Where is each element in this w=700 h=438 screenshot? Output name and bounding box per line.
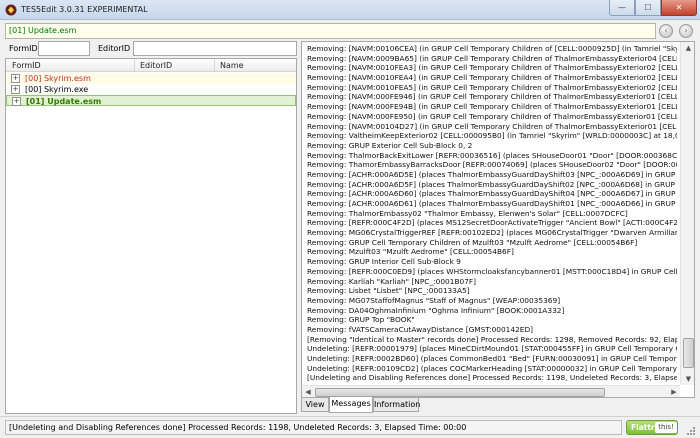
- log-line: [Removing "Identical to Master" records …: [307, 334, 677, 344]
- log-line: [Undeleting and Disabling References don…: [307, 373, 677, 383]
- right-pane: Removing: [NAVM:00106CEA] (in GRUP Cell …: [301, 41, 695, 414]
- window-title: TES5Edit 3.0.31 EXPERIMENTAL: [21, 5, 148, 14]
- tree-row-label: [00] Skyrim.exe: [25, 85, 89, 94]
- title-bar: TES5Edit 3.0.31 EXPERIMENTAL — ☐ ✕: [0, 0, 700, 20]
- nav-forward-button[interactable]: ›: [679, 24, 693, 38]
- log-line: Removing: GRUP Interior Cell Sub-Block 9: [307, 257, 461, 267]
- nav-back-button[interactable]: ‹: [659, 24, 673, 38]
- log-line: Removing: ValtheimKeepExterior02 [CELL:0…: [307, 131, 677, 141]
- editorid-input[interactable]: [133, 41, 297, 56]
- flattr-label: Flattr: [631, 423, 655, 432]
- scroll-up-icon[interactable]: ▲: [681, 42, 694, 54]
- log-line: Removing: Mzulft03 "Mzulft Aedrome" [CEL…: [307, 247, 514, 257]
- log-line: Removing: [REFR:000C4F2D] (places MS12Se…: [307, 218, 677, 228]
- left-pane: FormID EditorID FormID EditorID Name + […: [5, 41, 297, 414]
- tab-messages[interactable]: Messages: [329, 397, 373, 413]
- log-line: Removing: GRUP Exterior Cell Sub-Block 0…: [307, 140, 473, 150]
- log-line: Removing: [NAVM:000FE950] (in GRUP Cell …: [307, 111, 677, 121]
- status-bar: [Undeleting and Disabling References don…: [0, 416, 700, 438]
- log-line: Removing: [NAVM:00106CEA] (in GRUP Cell …: [307, 44, 677, 53]
- editorid-label: EditorID: [98, 44, 131, 53]
- log-line: Removing: [ACHR:000A6D60] (places Thalmo…: [307, 189, 677, 199]
- expand-icon[interactable]: +: [12, 97, 21, 106]
- vertical-scroll-thumb[interactable]: [683, 338, 694, 368]
- scroll-down-icon[interactable]: ▼: [681, 373, 694, 385]
- minimize-button[interactable]: —: [609, 0, 635, 16]
- log-line: Removing: [NAVM:000FE946] (in GRUP Cell …: [307, 92, 677, 102]
- maximize-button[interactable]: ☐: [635, 0, 661, 16]
- horizontal-scroll-thumb[interactable]: [315, 388, 605, 397]
- column-divider[interactable]: [134, 59, 135, 72]
- formid-input[interactable]: [38, 41, 90, 56]
- log-line: Removing: [NAVM:0010FEA4] (in GRUP Cell …: [307, 73, 677, 83]
- bottom-tabs: View Messages Information: [301, 397, 695, 414]
- log-line: Undeleting: [REFR:00109CD2] (places COCM…: [307, 363, 677, 373]
- log-line: Removing: ThalmorEmbassy02 "Thalmor Emba…: [307, 208, 628, 218]
- log-line: Removing: DA04OghmaInfinium "Oghma Infin…: [307, 305, 565, 315]
- tab-view[interactable]: View: [301, 398, 329, 412]
- log-line: Removing: MG06CrystalTriggerREF [REFR:00…: [307, 228, 677, 238]
- tree-row-label: [00] Skyrim.esm: [25, 74, 91, 83]
- log-line: Removing: [NAVM:00104D27] (in GRUP Cell …: [307, 121, 677, 131]
- log-line: Removing: [REFR:000C0ED9] (places WHStor…: [307, 266, 677, 276]
- log-lines: Removing: [NAVM:00106CEA] (in GRUP Cell …: [307, 44, 677, 385]
- scroll-right-icon[interactable]: ▶: [668, 386, 680, 397]
- status-text: [Undeleting and Disabling References don…: [5, 420, 622, 435]
- expand-icon[interactable]: +: [11, 85, 20, 94]
- log-line: Removing: GRUP Top "BOOK": [307, 315, 415, 325]
- messages-log[interactable]: Removing: [NAVM:00106CEA] (in GRUP Cell …: [301, 41, 695, 398]
- resize-grip-icon[interactable]: [685, 425, 695, 435]
- log-line: Removing: [NAVM:0010FEA5] (in GRUP Cell …: [307, 82, 677, 92]
- header-bar: [01] Update.esm ‹ ›: [0, 20, 700, 41]
- tree-row[interactable]: + [00] Skyrim.esm: [6, 73, 296, 84]
- column-header-editorid[interactable]: EditorID: [140, 61, 172, 70]
- log-line: Undeleting: [REFR:00001979] (places Mine…: [307, 344, 677, 354]
- log-line: Removing: [NAVM:0010FEA3] (in GRUP Cell …: [307, 63, 677, 73]
- log-line: Removing: ThalmorBackExitLower [REFR:000…: [307, 150, 677, 160]
- log-line: Removing: [NAVM:000FE94B] (in GRUP Cell …: [307, 102, 677, 112]
- flattr-this-label: this!: [655, 422, 677, 433]
- log-line: Removing: Lisbet "Lisbet" [NPC_:000133A5…: [307, 286, 470, 296]
- plugin-tree[interactable]: FormID EditorID Name + [00] Skyrim.esm +…: [5, 58, 297, 414]
- close-button[interactable]: ✕: [661, 0, 697, 16]
- log-line: Removing: MG07StaffofMagnus "Staff of Ma…: [307, 295, 561, 305]
- app-icon: [5, 4, 17, 16]
- tree-row-selected[interactable]: + [01] Update.esm: [6, 95, 296, 106]
- tree-row[interactable]: + [00] Skyrim.exe: [6, 84, 296, 95]
- log-line: Removing: fVATSCameraCutAwayDistance [GM…: [307, 324, 534, 334]
- log-line: Removing: Karliah "Karliah" [NPC_:0001B0…: [307, 276, 477, 286]
- log-line: Removing: [ACHR:000A6D5F] (places Thalmo…: [307, 179, 677, 189]
- active-plugin-field[interactable]: [01] Update.esm: [5, 23, 656, 39]
- scroll-left-icon[interactable]: ◀: [302, 386, 314, 397]
- column-header-formid[interactable]: FormID: [12, 61, 41, 70]
- log-line: Removing: [ACHR:000A6D5E] (places Thalmo…: [307, 169, 677, 179]
- tree-row-label: [01] Update.esm: [26, 97, 102, 106]
- tree-header: FormID EditorID Name: [6, 59, 296, 72]
- column-header-name[interactable]: Name: [220, 61, 244, 70]
- vertical-scrollbar[interactable]: ▲ ▼: [680, 42, 694, 385]
- expand-icon[interactable]: +: [11, 74, 20, 83]
- log-line: Removing: [ACHR:000A6D61] (places Thalmo…: [307, 199, 677, 208]
- flattr-button[interactable]: Flattr this!: [626, 420, 678, 435]
- log-line: Removing: [NAVM:0009BA65] (in GRUP Cell …: [307, 53, 677, 63]
- formid-label: FormID: [9, 44, 38, 53]
- log-line: Removing: ThamorEmbassyBarracksDoor [REF…: [307, 160, 677, 170]
- log-line: Removing: GRUP Cell Temporary Children o…: [307, 237, 638, 247]
- tab-information[interactable]: Information: [373, 398, 420, 412]
- log-line: Undeleting: [REFR:0002BD60] (places Comm…: [307, 354, 677, 363]
- column-divider[interactable]: [214, 59, 215, 72]
